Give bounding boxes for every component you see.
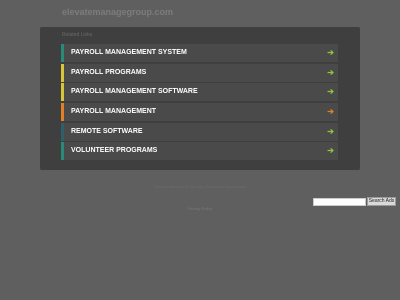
link-label: PAYROLL MANAGEMENT [71,108,157,116]
arrow-right-icon: ➔ [327,126,334,136]
arrow-right-icon: ➔ [327,107,334,117]
link-label: PAYROLL PROGRAMS [71,68,147,76]
link-item[interactable]: PAYROLL MANAGEMENT SYSTEM ➔ [61,44,338,62]
link-label: REMOTE SOFTWARE [71,127,143,135]
related-links-list: PAYROLL MANAGEMENT SYSTEM ➔ PAYROLL PROG… [61,44,338,162]
site-title[interactable]: elevatemanagegroup.com [62,7,173,17]
related-links-panel: Related Links PAYROLL MANAGEMENT SYSTEM … [40,27,360,170]
search-ads-button[interactable]: Search Ads [367,197,396,206]
link-item[interactable]: PAYROLL MANAGEMENT SOFTWARE ➔ [61,83,338,102]
arrow-right-icon: ➔ [327,87,334,97]
arrow-right-icon: ➔ [327,48,334,57]
link-item[interactable]: PAYROLL PROGRAMS ➔ [61,63,338,82]
link-label: PAYROLL MANAGEMENT SOFTWARE [71,88,198,96]
arrow-right-icon: ➔ [327,67,334,77]
footer-disclaimer[interactable]: This domain may be for sale. Backorder t… [0,184,400,189]
search-input[interactable] [313,198,366,206]
link-label: PAYROLL MANAGEMENT SYSTEM [71,49,187,56]
link-item[interactable]: REMOTE SOFTWARE ➔ [61,122,338,141]
arrow-right-icon: ➔ [327,146,334,156]
link-item[interactable]: VOLUNTEER PROGRAMS ➔ [61,142,338,161]
link-item[interactable]: PAYROLL MANAGEMENT ➔ [61,103,338,122]
related-links-label: Related Links [62,32,93,38]
link-label: VOLUNTEER PROGRAMS [71,147,158,155]
privacy-policy-link[interactable]: Privacy Policy [0,206,400,211]
